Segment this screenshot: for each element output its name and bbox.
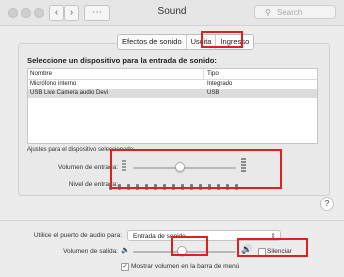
search-icon: ⚲ (265, 8, 271, 17)
device-name: Micrófono interno (30, 81, 77, 87)
search-placeholder: Search (277, 8, 303, 17)
input-level-label: Nivel de entrada: (68, 181, 118, 188)
column-header-type[interactable]: Tipo (207, 69, 219, 79)
mute-highlight (237, 238, 308, 257)
column-divider (203, 69, 204, 79)
device-name: USB Live Camera audio Devi (30, 90, 109, 96)
output-knob-highlight (171, 236, 208, 256)
table-header: Nombre Tipo (28, 69, 317, 80)
show-volume-label: Mostrar volumen en la barra de menú (131, 263, 240, 270)
question-mark-icon: ? (324, 199, 330, 208)
output-volume-label: Volumen de salida: (63, 248, 118, 255)
title-bar: ‹ › ⋯ Sound ⚲ Search (0, 0, 344, 26)
table-row-selected[interactable]: USB Live Camera audio Devi USB (28, 89, 317, 98)
input-volume-label: Volumen de entrada: (58, 164, 118, 171)
input-controls-highlight (110, 149, 282, 189)
help-button[interactable]: ? (320, 197, 334, 211)
input-heading: Seleccione un dispositivo para la entrad… (27, 56, 217, 65)
input-device-table[interactable]: Nombre Tipo Micrófono interno Integrado … (27, 68, 318, 144)
show-volume-checkbox[interactable]: ✓ (121, 263, 129, 271)
search-input[interactable]: ⚲ Search (254, 5, 336, 19)
tab-input-highlight (201, 31, 243, 48)
speaker-low-icon: 🔈 (121, 247, 130, 254)
device-type: Integrado (207, 81, 233, 87)
section-divider (0, 220, 344, 221)
device-type: USB (207, 90, 220, 96)
audio-port-label: Utilice el puerto de audio para: (33, 232, 122, 239)
column-header-name[interactable]: Nombre (30, 69, 52, 79)
tab-sound-effects[interactable]: Efectos de sonido (118, 35, 187, 49)
table-row[interactable]: Micrófono interno Integrado (28, 80, 317, 89)
